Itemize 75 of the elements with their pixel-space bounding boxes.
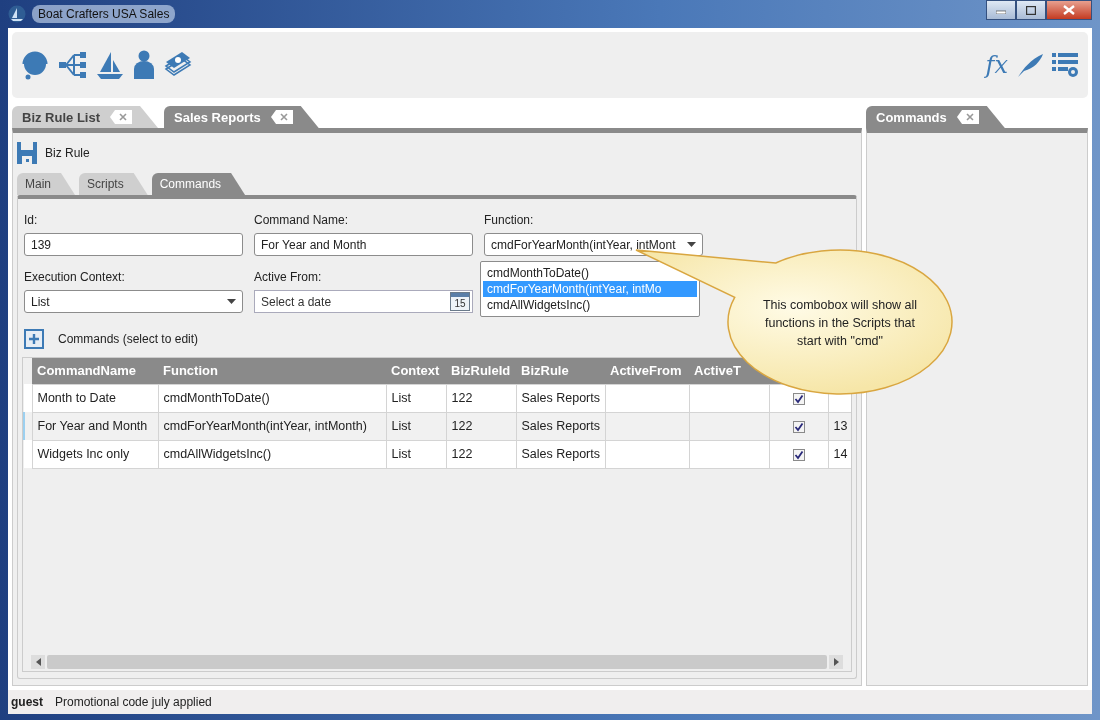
sub-tab[interactable]: Main: [17, 173, 75, 195]
table-cell: List: [386, 412, 446, 440]
section-title: Commands (select to edit): [58, 332, 199, 346]
table-cell: List: [386, 384, 446, 412]
quill-icon[interactable]: [1016, 52, 1044, 78]
status-message: Promotional code july applied: [55, 695, 212, 709]
table-cell: Month to Date: [32, 384, 158, 412]
checkbox[interactable]: [792, 392, 805, 405]
table-cell: Widgets Inc only: [32, 440, 158, 468]
table-cell: 122: [446, 384, 516, 412]
scroll-left-button[interactable]: [31, 655, 45, 669]
column-header[interactable]: Context: [386, 358, 446, 384]
formula-button[interactable]: fx: [985, 53, 1008, 77]
hierarchy-icon[interactable]: [58, 50, 88, 80]
save-icon[interactable]: [17, 142, 37, 164]
maximize-button[interactable]: [1016, 0, 1046, 20]
document-tab[interactable]: Sales Reports: [164, 106, 319, 128]
scrollbar-thumb[interactable]: [47, 655, 827, 669]
text-field[interactable]: For Year and Month: [254, 233, 473, 256]
table-cell: Sales Reports: [516, 440, 605, 468]
sub-tab[interactable]: Commands: [151, 173, 246, 195]
panel-title: Biz Rule: [45, 146, 90, 160]
panel-tab[interactable]: Commands: [866, 106, 1005, 128]
close-tab-icon[interactable]: [956, 110, 979, 124]
field-label: Active From:: [254, 270, 323, 284]
close-icon: [1063, 5, 1075, 15]
minimize-button[interactable]: [986, 0, 1016, 20]
column-header[interactable]: CommandName: [32, 358, 158, 384]
window-title: Boat Crafters USA Sales: [32, 5, 176, 23]
table-cell: For Year and Month: [32, 412, 158, 440]
callout-text: This combobox will show all functions in the Scripts that start with "cmd": [761, 297, 919, 350]
table-cell: cmdForYearMonth(intYear, intMonth): [158, 412, 386, 440]
close-button[interactable]: [1046, 0, 1092, 20]
add-button[interactable]: [24, 329, 44, 349]
dropdown-option[interactable]: cmdForYearMonth(intYear, intMo: [483, 281, 697, 297]
table-cell: cmdMonthToDate(): [158, 384, 386, 412]
calendar-icon[interactable]: 15: [450, 292, 470, 311]
caret-icon: [687, 242, 696, 247]
table-cell: 122: [446, 440, 516, 468]
checkbox[interactable]: [792, 448, 805, 461]
text-field[interactable]: 139: [24, 233, 243, 256]
combo-box[interactable]: cmdForYearMonth(intYear, intMont: [484, 233, 703, 256]
money-icon[interactable]: [164, 51, 192, 79]
table-cell: 122: [446, 412, 516, 440]
column-header[interactable]: BizRule: [516, 358, 605, 384]
right-arrow-icon: [833, 658, 839, 666]
field-label: Execution Context:: [24, 270, 126, 284]
app-sailboat-icon: [8, 5, 26, 23]
user-name: guest: [11, 695, 43, 709]
table-cell: cmdAllWidgetsInc(): [158, 440, 386, 468]
maximize-icon: [1026, 5, 1036, 15]
checkbox[interactable]: [792, 420, 805, 433]
scroll-right-button[interactable]: [829, 655, 843, 669]
person-icon[interactable]: [132, 50, 156, 80]
left-arrow-icon: [35, 658, 41, 666]
caret-icon: [227, 299, 236, 304]
date-field[interactable]: Select a date 15: [254, 290, 473, 313]
column-header[interactable]: BizRuleId: [446, 358, 516, 384]
field-label: Id:: [24, 213, 39, 227]
close-tab-icon[interactable]: [110, 110, 132, 124]
close-tab-icon[interactable]: [270, 110, 293, 124]
table-cell: Sales Reports: [516, 384, 605, 412]
list-settings-icon[interactable]: [1052, 52, 1080, 78]
column-header[interactable]: Function: [158, 358, 386, 384]
column-header[interactable]: ActiveFrom: [605, 358, 689, 384]
field-label: Function:: [484, 213, 535, 227]
plus-icon: [29, 334, 39, 344]
combo-box[interactable]: List: [24, 290, 243, 313]
sailboat-icon[interactable]: [96, 50, 124, 80]
document-tab[interactable]: Biz Rule List: [12, 106, 158, 128]
table-cell: Sales Reports: [516, 412, 605, 440]
table-cell: List: [386, 440, 446, 468]
field-label: Command Name:: [254, 213, 350, 227]
dropdown-option[interactable]: cmdAllWidgetsInc(): [483, 297, 697, 313]
sub-tab[interactable]: Scripts: [79, 173, 148, 195]
